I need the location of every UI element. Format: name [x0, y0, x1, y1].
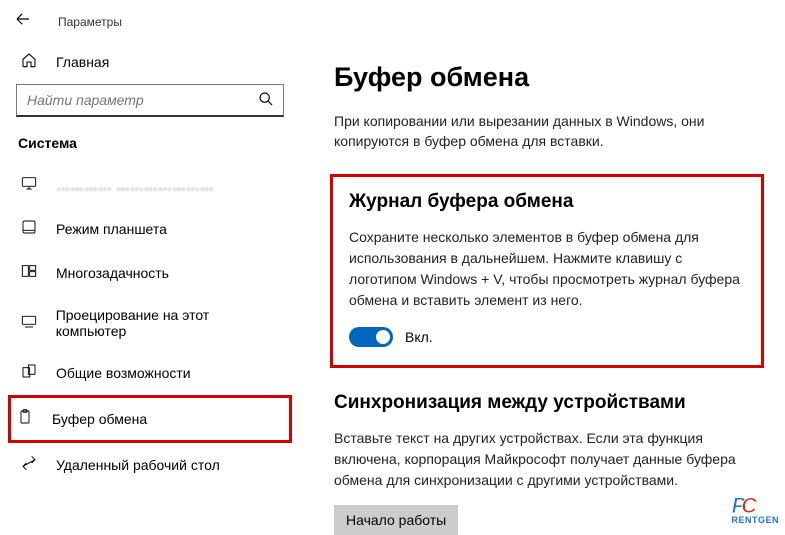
sidebar-item-label: Буфер обмена [52, 411, 147, 427]
page-description: При копировании или вырезании данных в W… [334, 111, 744, 152]
tablet-icon [20, 219, 38, 239]
sidebar-item-multitask[interactable]: Многозадачность [14, 251, 286, 295]
sidebar-item-shared[interactable]: Общие возможности [14, 351, 286, 395]
home-icon [20, 52, 38, 72]
section-desc-history: Сохраните несколько элементов в буфер об… [349, 227, 745, 311]
remote-icon [20, 455, 38, 475]
sidebar-group-title: Система [14, 131, 286, 159]
history-toggle[interactable] [349, 327, 393, 347]
window-title: Параметры [58, 15, 122, 29]
sidebar-item-remote[interactable]: Удаленный рабочий стол [14, 443, 286, 487]
clipboard-icon [16, 409, 34, 429]
sidebar-item-label: ………… ………………… [56, 177, 214, 193]
content-pane: Буфер обмена При копировании или вырезан… [300, 44, 785, 528]
sidebar-item-clipboard[interactable]: Буфер обмена [10, 397, 290, 441]
sidebar-item-project[interactable]: Проецирование на этот компьютер [14, 295, 286, 351]
display-icon [20, 175, 38, 195]
watermark-logo: PC RENTGEN [731, 497, 779, 524]
sidebar-home[interactable]: Главная [14, 44, 286, 82]
history-toggle-label: Вкл. [405, 329, 433, 345]
sidebar-home-label: Главная [56, 54, 109, 70]
section-title-sync: Синхронизация между устройствами [334, 392, 769, 414]
sidebar-item-label: Проецирование на этот компьютер [56, 307, 280, 339]
sync-start-button[interactable]: Начало работы [334, 505, 458, 535]
section-desc-sync: Вставьте текст на других устройствах. Ес… [334, 428, 744, 491]
multitask-icon [20, 263, 38, 283]
section-title-history: Журнал буфера обмена [349, 191, 745, 213]
sidebar-item-label: Общие возможности [56, 365, 191, 381]
sidebar-item-label: Режим планшета [56, 221, 167, 237]
sidebar: Главная Система ………… ………………… Режим планш… [0, 44, 300, 528]
sidebar-item-partial[interactable]: ………… ………………… [14, 163, 286, 207]
clipboard-history-section: Журнал буфера обмена Сохраните несколько… [330, 174, 764, 368]
page-title: Буфер обмена [334, 62, 769, 93]
sidebar-item-label: Многозадачность [56, 265, 169, 281]
back-button[interactable] [12, 10, 34, 34]
sidebar-item-tablet[interactable]: Режим планшета [14, 207, 286, 251]
search-input[interactable] [16, 84, 284, 117]
project-icon [20, 313, 38, 333]
shared-icon [20, 363, 38, 383]
sidebar-item-label: Удаленный рабочий стол [56, 457, 220, 473]
